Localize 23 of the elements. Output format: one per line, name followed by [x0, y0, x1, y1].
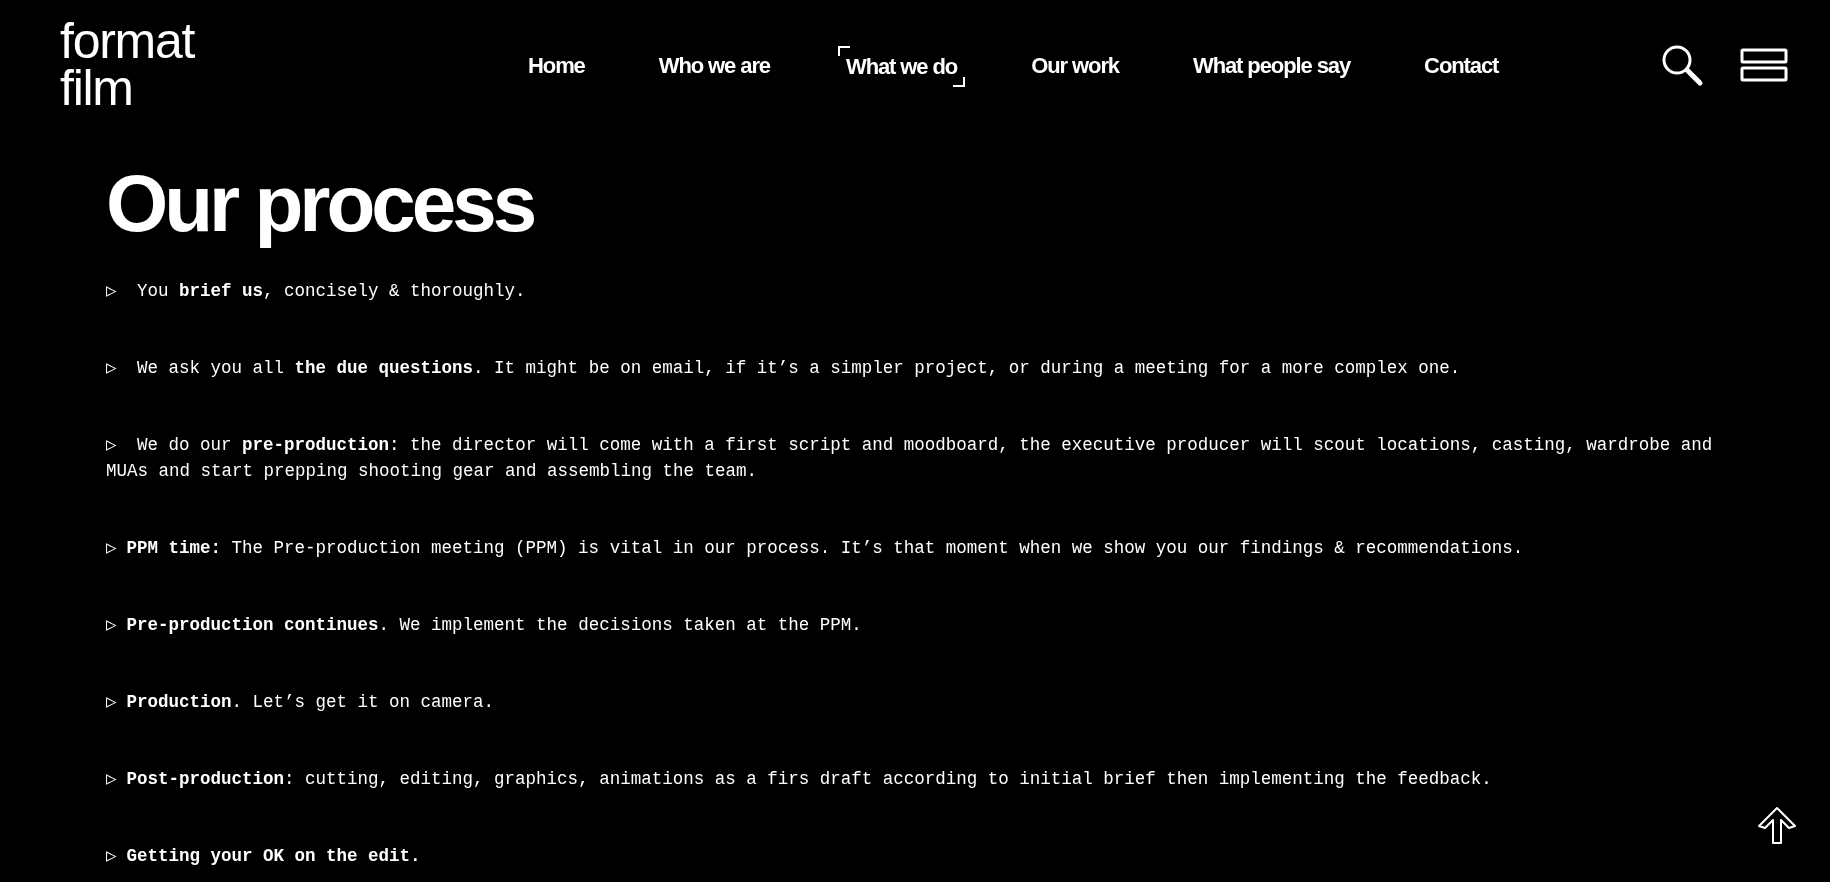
nav-link[interactable]: Our work	[1023, 44, 1127, 86]
nav-link[interactable]: What people say	[1185, 44, 1359, 86]
bracket-icon	[953, 76, 966, 87]
nav-link[interactable]: Who we are	[650, 44, 778, 86]
nav-link[interactable]: Home	[520, 44, 593, 86]
nav-link[interactable]: Contact	[1416, 44, 1507, 86]
step-text: ▷ Post-production: cutting, editing, graphics, animations as a firs draft according to initial brief then implementing the feedback.	[106, 768, 1493, 791]
step-text: ▷ You brief us, concisely & thoroughly.	[106, 280, 527, 303]
search-button[interactable]	[1660, 43, 1704, 87]
menu-icon	[1740, 47, 1788, 83]
step-text: ▷ Pre-production continues. We implement the decisions taken at the PPM.	[106, 614, 863, 637]
menu-button[interactable]	[1740, 47, 1788, 83]
bracket-icon	[838, 45, 850, 56]
step-text: ▷ We ask you all the due questions. It might be on email, if it’s a simpler project, or during a meeting for a more complex one.	[106, 357, 1462, 380]
logo[interactable]: format film	[60, 17, 360, 113]
nav-link[interactable]: What we do	[836, 43, 966, 87]
step-text: ▷ Getting your OK on the edit.	[106, 845, 422, 868]
scroll-top-button[interactable]	[1756, 806, 1798, 846]
step-text: ▷ Production. Let’s get it on camera.	[106, 691, 496, 714]
step-text: ▷ PPM time: The Pre-production meeting (PPM) is vital in our process. It’s that moment when we show you our findings & recommendations.	[106, 537, 1525, 560]
step-text: ▷ We do our pre-production: the director will come with a first script and moodboard, the executive producer will scout locations, casting, wardrobe and MUAs and start prepping shooting gear and assembling the team.	[106, 434, 1714, 483]
search-icon	[1660, 43, 1704, 87]
arrow-up-icon	[1756, 806, 1798, 846]
